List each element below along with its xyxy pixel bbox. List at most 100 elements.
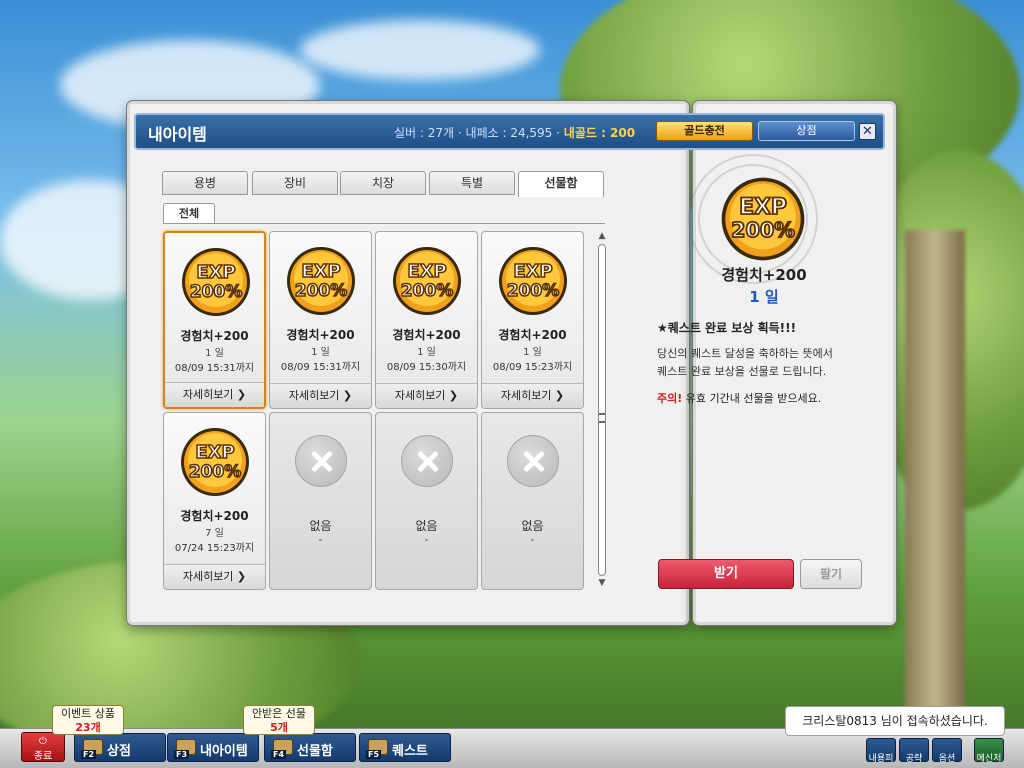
item-duration: 1 일 (417, 347, 436, 358)
gift-item-card[interactable]: EXP 200% 경험치+200 1 일 08/09 15:30까지 자세히보기… (375, 231, 478, 409)
empty-slot-label: 없음 (521, 519, 544, 533)
event-items-bubble: 이벤트 상품 23개 (52, 705, 124, 735)
taskbar-small-button-1[interactable]: 내용피 (866, 738, 896, 764)
exp-coupon-icon: EXP 200% (284, 244, 358, 318)
view-details-button[interactable]: 자세히보기 ❯ (376, 383, 477, 408)
svg-text:200%: 200% (401, 281, 454, 301)
view-details-button[interactable]: 자세히보기 ❯ (165, 382, 264, 407)
tab-1[interactable]: 장비 (252, 171, 338, 195)
messenger-button[interactable]: 메신저 (974, 738, 1004, 764)
svg-text:EXP: EXP (739, 195, 787, 220)
tab-4[interactable]: 선물함 (518, 171, 604, 197)
gift-bubble-title: 안받은 선물 (251, 707, 307, 720)
item-name: 경험치+200 (392, 328, 461, 342)
detail-description: 당신의 퀘스트 달성을 축하하는 뜻에서 퀘스트 완료 보상을 선물로 드립니다… (657, 345, 877, 381)
exp-coupon-icon: EXP 200% (718, 174, 808, 264)
svg-text:EXP: EXP (513, 261, 552, 282)
exp-coupon-icon: EXP 200% (179, 245, 253, 319)
myitem-hotkey: F3 (174, 750, 190, 759)
gold-charge-button[interactable]: 골드충전 (656, 121, 753, 141)
quest-hotkey: F5 (366, 750, 382, 759)
svg-text:200%: 200% (507, 281, 560, 301)
svg-text:200%: 200% (731, 218, 795, 242)
subtab-all[interactable]: 전체 (163, 203, 215, 224)
empty-slot-label: 없음 (309, 519, 332, 533)
empty-slot-card: 없음 - (269, 412, 372, 590)
giftbox-label: 선물함 (297, 744, 333, 759)
quit-label: 종료 (33, 751, 53, 762)
warning-label: 주의! (657, 392, 683, 405)
tab-2[interactable]: 치장 (340, 171, 426, 195)
view-details-button[interactable]: 자세히보기 ❯ (482, 383, 583, 408)
detail-item-name: 경험치+200 (721, 266, 807, 284)
window-title: 내아이템 (148, 125, 207, 144)
event-bubble-title: 이벤트 상품 (60, 707, 116, 720)
scroll-up-icon[interactable]: ▲ (596, 230, 608, 242)
item-detail-panel: EXP 200% 경험치+200 1 일 ★퀘스트 완료 보상 획득!!! 당신… (640, 150, 888, 620)
item-duration: 1 일 (205, 348, 224, 359)
empty-slot-card: 없음 - (481, 412, 584, 590)
svg-text:EXP: EXP (301, 261, 340, 282)
view-details-button[interactable]: 자세히보기 ❯ (270, 383, 371, 408)
shop-button[interactable]: 상점 (758, 121, 855, 141)
myitem-label: 내아이템 (200, 744, 248, 759)
item-duration: 7 일 (205, 528, 224, 539)
silver-count: 실버 : 27개 (394, 126, 455, 140)
giftbox-hotkey: F4 (271, 750, 287, 759)
detail-reward-text: ★퀘스트 완료 보상 획득!!! (657, 321, 797, 335)
empty-slot-label: 없음 (415, 519, 438, 533)
scroll-down-icon[interactable]: ▼ (596, 577, 608, 589)
taskbar-small-button-3[interactable]: 옵션 (932, 738, 962, 764)
svg-text:EXP: EXP (196, 262, 235, 283)
scroll-grip[interactable] (599, 413, 605, 423)
unreceived-gifts-bubble: 안받은 선물 5개 (243, 705, 315, 735)
empty-x-icon (295, 435, 347, 487)
item-name: 경험치+200 (498, 328, 567, 342)
taskbar-quest-button[interactable]: F5 퀘스트 (359, 733, 451, 762)
gift-item-card[interactable]: EXP 200% 경험치+200 7 일 07/24 15:23까지 자세히보기… (163, 412, 266, 590)
quest-label: 퀘스트 (392, 744, 428, 759)
meso-count: 내페소 : 24,595 (465, 126, 553, 140)
detail-item-duration: 1 일 (749, 288, 779, 306)
detail-desc-line2: 퀘스트 완료 보상을 선물로 드립니다. (657, 365, 827, 378)
empty-slot-dash: - (530, 533, 535, 546)
svg-text:EXP: EXP (195, 442, 234, 463)
tab-0[interactable]: 용병 (162, 171, 248, 195)
svg-text:200%: 200% (189, 462, 242, 482)
taskbar-giftbox-button[interactable]: F4 선물함 (264, 733, 356, 762)
item-duration: 1 일 (311, 347, 330, 358)
gift-item-card[interactable]: EXP 200% 경험치+200 1 일 08/09 15:31까지 자세히보기… (163, 231, 266, 409)
empty-slot-dash: - (318, 533, 323, 546)
receive-button[interactable]: 받기 (658, 559, 794, 589)
quit-button[interactable]: ⏻ 종료 (21, 732, 65, 762)
exp-coupon-icon: EXP 200% (178, 425, 252, 499)
item-expiry: 08/09 15:23까지 (492, 362, 573, 373)
gift-bubble-count: 5개 (270, 721, 288, 734)
exp-coupon-icon: EXP 200% (390, 244, 464, 318)
window-title-bar: 내아이템 실버 : 27개 · 내페소 : 24,595 · 내골드 : 200… (134, 113, 885, 150)
tab-3[interactable]: 특별 (429, 171, 515, 195)
view-details-button[interactable]: 자세히보기 ❯ (164, 564, 265, 589)
scroll-track[interactable] (598, 244, 606, 576)
taskbar-myitem-button[interactable]: F3 내아이템 (167, 733, 259, 762)
taskbar-shop-button[interactable]: F2 상점 (74, 733, 166, 762)
close-button[interactable]: ✕ (859, 123, 876, 140)
detail-warning: 주의! 유효 기간내 선물을 받으세요. (657, 390, 821, 406)
gift-item-card[interactable]: EXP 200% 경험치+200 1 일 08/09 15:23까지 자세히보기… (481, 231, 584, 409)
empty-slot-card: 없음 - (375, 412, 478, 590)
gift-item-card[interactable]: EXP 200% 경험치+200 1 일 08/09 15:31까지 자세히보기… (269, 231, 372, 409)
sell-button[interactable]: 팔기 (800, 559, 862, 589)
background-tree-trunk (905, 230, 965, 710)
item-name: 경험치+200 (286, 328, 355, 342)
login-notice: 크리스탈0813 님이 접속하셨습니다. (785, 706, 1005, 736)
item-expiry: 08/09 15:31까지 (280, 362, 361, 373)
item-name: 경험치+200 (180, 329, 249, 343)
subtab-divider (163, 223, 605, 224)
shop-hotkey: F2 (81, 750, 97, 759)
svg-text:200%: 200% (295, 281, 348, 301)
empty-slot-dash: - (424, 533, 429, 546)
taskbar-small-button-2[interactable]: 공략 (899, 738, 929, 764)
empty-x-icon (401, 435, 453, 487)
item-grid-scrollbar[interactable]: ▲ ▼ (596, 230, 608, 589)
detail-desc-line1: 당신의 퀘스트 달성을 축하하는 뜻에서 (657, 347, 833, 360)
